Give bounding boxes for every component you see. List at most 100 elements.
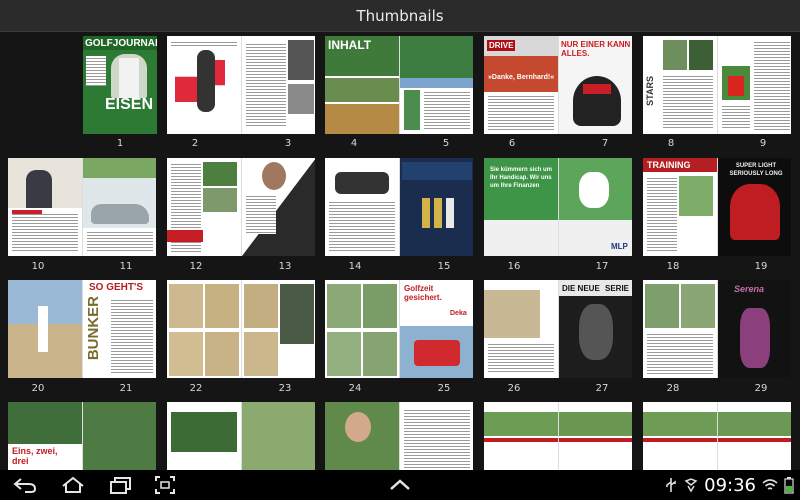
quote-heading: »Danke, Bernhard!« bbox=[488, 74, 555, 81]
thumbnails-screen: Thumbnails GOLFJOURNAL EISEN INHALT DRIV… bbox=[0, 0, 800, 500]
page-number: 11 bbox=[119, 261, 133, 272]
page-number: 27 bbox=[595, 383, 609, 394]
page-number: 24 bbox=[348, 383, 362, 394]
thumbnail-spread-26-27[interactable]: DIE NEUE SERIE bbox=[484, 280, 632, 378]
thumbnail-page-1[interactable]: GOLFJOURNAL EISEN bbox=[83, 36, 157, 134]
page-25: Golfzeit gesichert. Deka bbox=[399, 280, 473, 378]
page-35 bbox=[399, 402, 473, 470]
page-23 bbox=[241, 280, 315, 378]
page-number: 7 bbox=[601, 138, 609, 149]
ad-logo: MLP bbox=[611, 242, 628, 251]
page-number: 21 bbox=[119, 383, 133, 394]
thumbnail-spread-24-25[interactable]: Golfzeit gesichert. Deka bbox=[325, 280, 473, 378]
page-2 bbox=[167, 36, 241, 134]
thumbnail-spread-14-15[interactable] bbox=[325, 158, 473, 256]
ad-headline-serie: SERIE bbox=[605, 284, 630, 293]
page-title: Thumbnails bbox=[356, 6, 444, 25]
page-21: SO GEHT'S BUNKER bbox=[82, 280, 156, 378]
thumbnail-spread-30-31[interactable]: Eins, zwei, drei bbox=[8, 402, 156, 470]
thumbnail-spread-22-23[interactable] bbox=[167, 280, 315, 378]
page-3 bbox=[241, 36, 315, 134]
page-number: 19 bbox=[754, 261, 768, 272]
ad-headline: NUR EINER KANN ALLES. bbox=[561, 40, 631, 58]
thumbnail-spread-38-39[interactable] bbox=[643, 402, 791, 470]
page-7: NUR EINER KANN ALLES. bbox=[558, 36, 632, 134]
thumbnail-spread-2-3[interactable] bbox=[167, 36, 315, 134]
drive-heading: DRIVE bbox=[487, 40, 516, 51]
page-12 bbox=[167, 158, 241, 256]
ad-headline: SUPER LIGHT SERIOUSLY LONG bbox=[729, 163, 783, 177]
ad-logo: Deka bbox=[450, 310, 467, 317]
stars-heading: STARS bbox=[645, 76, 655, 106]
page-27: DIE NEUE SERIE bbox=[558, 280, 632, 378]
thumbnail-spread-4-5[interactable]: INHALT bbox=[325, 36, 473, 134]
page-number: 28 bbox=[666, 383, 680, 394]
page-14 bbox=[325, 158, 399, 256]
page-28 bbox=[643, 280, 717, 378]
page-19: SUPER LIGHT SERIOUSLY LONG bbox=[717, 158, 791, 256]
page-number: 17 bbox=[595, 261, 609, 272]
page-16: Sie kümmern sich um Ihr Handicap. Wir un… bbox=[484, 158, 558, 256]
page-18: TRAINING bbox=[643, 158, 717, 256]
chevron-up-icon bbox=[390, 479, 410, 490]
page-26 bbox=[484, 280, 558, 378]
cover-headline: EISEN bbox=[105, 96, 154, 113]
page-number: 1 bbox=[116, 138, 124, 149]
page-number: 25 bbox=[437, 383, 451, 394]
ad-headline: Golfzeit gesichert. bbox=[404, 284, 442, 302]
page-10 bbox=[8, 158, 82, 256]
ad-headline: DIE NEUE bbox=[562, 284, 600, 293]
wifi-icon bbox=[762, 479, 778, 490]
back-button[interactable] bbox=[8, 474, 42, 496]
thumbnail-spread-20-21[interactable]: SO GEHT'S BUNKER bbox=[8, 280, 156, 378]
page-number: 14 bbox=[348, 261, 362, 272]
page-39 bbox=[717, 402, 791, 470]
thumbnail-spread-36-37[interactable] bbox=[484, 402, 632, 470]
page-11 bbox=[82, 158, 156, 256]
page-8: STARS bbox=[643, 36, 717, 134]
page-number: 20 bbox=[31, 383, 45, 394]
page-number: 15 bbox=[437, 261, 451, 272]
page-37 bbox=[558, 402, 632, 470]
page-number: 16 bbox=[507, 261, 521, 272]
thumbnail-spread-16-17[interactable]: Sie kümmern sich um Ihr Handicap. Wir un… bbox=[484, 158, 632, 256]
thumbnail-spread-18-19[interactable]: TRAINING SUPER LIGHT SERIOUSLY LONG bbox=[643, 158, 791, 256]
usb-icon bbox=[666, 478, 676, 492]
thumbnail-spread-28-29[interactable]: Serena bbox=[643, 280, 791, 378]
battery-icon bbox=[784, 477, 794, 494]
page-number: 6 bbox=[508, 138, 516, 149]
screenshot-button[interactable] bbox=[148, 474, 182, 496]
thumbnail-spread-32-33[interactable] bbox=[167, 402, 315, 470]
thumbnail-spread-12-13[interactable] bbox=[167, 158, 315, 256]
page-number: 3 bbox=[284, 138, 292, 149]
recent-apps-button[interactable] bbox=[104, 474, 138, 496]
thumbnail-grid[interactable]: GOLFJOURNAL EISEN INHALT DRIVE »Danke, B… bbox=[0, 32, 800, 470]
expand-button[interactable] bbox=[383, 474, 417, 496]
page-number: 13 bbox=[278, 261, 292, 272]
page-24 bbox=[325, 280, 399, 378]
page-29: Serena bbox=[717, 280, 791, 378]
page-9 bbox=[717, 36, 791, 134]
page-number: 2 bbox=[191, 138, 199, 149]
system-navigation-bar: 09:36 bbox=[0, 470, 800, 500]
page-33 bbox=[241, 402, 315, 470]
contents-heading: INHALT bbox=[328, 38, 372, 52]
page-number: 8 bbox=[667, 138, 675, 149]
page-number: 10 bbox=[31, 261, 45, 272]
page-17: MLP bbox=[558, 158, 632, 256]
home-button[interactable] bbox=[56, 474, 90, 496]
page-20 bbox=[8, 280, 82, 378]
thumbnail-spread-34-35[interactable] bbox=[325, 402, 473, 470]
page-number: 4 bbox=[350, 138, 358, 149]
page-number: 9 bbox=[759, 138, 767, 149]
page-5 bbox=[399, 36, 473, 134]
thumbnail-spread-8-9[interactable]: STARS bbox=[643, 36, 791, 134]
page-31 bbox=[82, 402, 156, 470]
page-number: 18 bbox=[666, 261, 680, 272]
home-icon bbox=[62, 476, 84, 493]
thumbnail-spread-6-7[interactable]: DRIVE »Danke, Bernhard!« NUR EINER KANN … bbox=[484, 36, 632, 134]
status-area[interactable]: 09:36 bbox=[664, 470, 794, 500]
thumbnail-spread-10-11[interactable] bbox=[8, 158, 156, 256]
page-22 bbox=[167, 280, 241, 378]
page-4: INHALT bbox=[325, 36, 399, 134]
